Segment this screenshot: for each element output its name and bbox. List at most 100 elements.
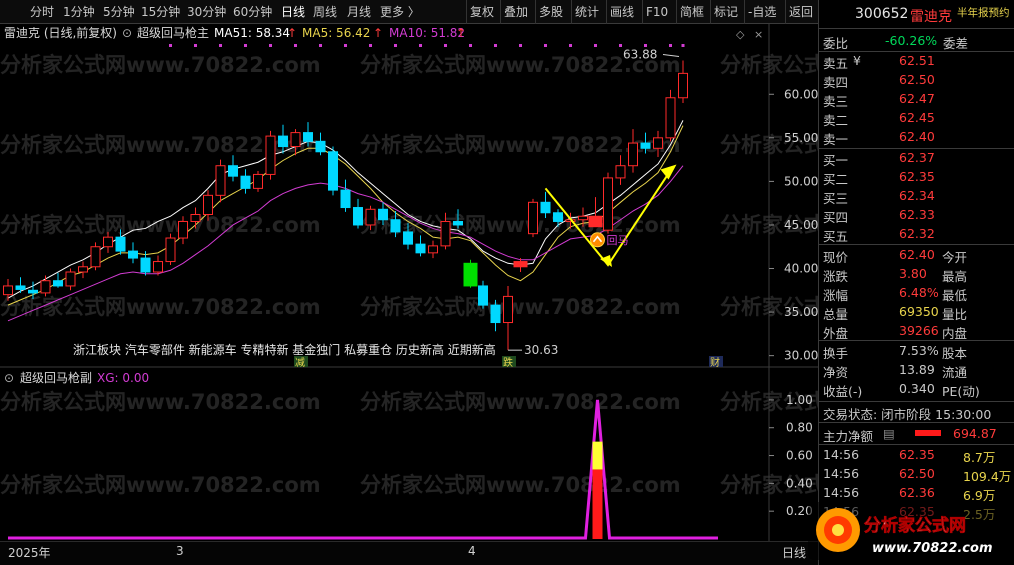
top-signal-dot (419, 44, 422, 47)
period-tab-1[interactable]: 1分钟 (63, 0, 95, 24)
toolbar-button-7[interactable]: 标记 (710, 0, 741, 24)
period-tab-4[interactable]: 30分钟 (187, 0, 226, 24)
candle-body (28, 289, 38, 294)
stat-label-2: 量比 (942, 307, 968, 322)
collapse-diamond-icon[interactable]: ◇ (736, 28, 745, 41)
buy-signal-icon[interactable] (590, 232, 605, 248)
candle[interactable] (265, 130, 276, 180)
candle[interactable] (153, 255, 163, 276)
sub-indicator-name[interactable]: 超级回马枪副 (20, 370, 92, 385)
buy-level-price: 62.32 (899, 226, 935, 241)
candle-body (453, 220, 463, 226)
main-indicator-name[interactable]: 超级回马枪主 (137, 25, 209, 40)
candle[interactable] (463, 259, 478, 288)
tick-price: 62.36 (899, 485, 935, 500)
buy-level-price: 62.33 (899, 207, 935, 222)
candle[interactable] (603, 172, 613, 234)
buy-level-label: 买四 (823, 210, 849, 225)
candle-body (428, 245, 438, 254)
sub-y-tick-label: 0.40 (786, 476, 813, 490)
toolbar-button-3[interactable]: 统计 (571, 0, 602, 24)
candle[interactable] (53, 272, 63, 288)
tick-price: 62.50 (899, 466, 935, 481)
toolbar-button-8[interactable]: -自选 (744, 0, 779, 24)
event-marker-reduce[interactable]: 减 (295, 357, 305, 369)
toolbar-button-5[interactable]: F10 (642, 0, 671, 24)
period-tab-8[interactable]: 月线 (347, 0, 371, 24)
stat-value: 69350 (899, 304, 939, 319)
sell-level-price: 62.40 (899, 129, 935, 144)
toolbar-button-1[interactable]: 叠加 (500, 0, 531, 24)
candle[interactable] (65, 268, 76, 291)
candle-body (665, 97, 676, 139)
candle[interactable] (228, 155, 238, 182)
candle[interactable] (588, 197, 603, 228)
xg-signal-bar (592, 469, 603, 539)
top-signal-dot (219, 44, 222, 47)
event-marker-finance[interactable]: 财 (710, 356, 720, 369)
time-axis-bar[interactable]: 2025年 3 4 日线 (0, 541, 818, 565)
event-marker-drop[interactable]: 跌 (503, 356, 513, 369)
buy-level-label: 买五 (823, 229, 849, 244)
candle[interactable] (140, 251, 151, 276)
tick-volume: 109.4万 (963, 469, 1012, 484)
candle[interactable] (615, 155, 626, 185)
candle-body (3, 285, 13, 296)
period-indicator[interactable]: 日线 (782, 544, 806, 561)
candle-body (65, 271, 76, 287)
candle[interactable] (478, 280, 488, 309)
toolbar-button-0[interactable]: 复权 (466, 0, 497, 24)
candle[interactable] (15, 277, 26, 293)
concept-tags[interactable]: 浙江板块 汽车零部件 新能源车 专精特新 基金独门 私募重仓 历史新高 近期新高 (73, 342, 496, 357)
candle-body (553, 212, 563, 222)
candle[interactable] (90, 242, 101, 271)
candle[interactable] (253, 170, 263, 192)
chart-area[interactable]: 分析家公式网www.70822.com 分析家公式网www.70822.com 分析… (0, 24, 818, 541)
report-badge[interactable]: 半年报预约 (957, 5, 1010, 20)
candle[interactable] (428, 240, 438, 259)
candle-body (513, 261, 528, 268)
main-net-doc-icon[interactable]: ▤ (883, 426, 895, 441)
candle-body (463, 262, 478, 287)
top-signal-dot (294, 44, 297, 47)
candle[interactable] (665, 89, 676, 142)
candle[interactable] (528, 198, 538, 238)
candle-body (265, 135, 276, 175)
candle-body (253, 173, 263, 189)
candle[interactable] (415, 235, 426, 257)
candle[interactable] (40, 275, 51, 297)
period-tab-0[interactable]: 分时 (30, 0, 54, 24)
candle[interactable] (78, 261, 88, 279)
candle[interactable] (215, 159, 226, 203)
toolbar-button-2[interactable]: 多股 (535, 0, 566, 24)
x-axis-month-3: 3 (176, 544, 184, 558)
indicator-toggle-icon[interactable]: ⊙ (122, 26, 132, 40)
candle-body (490, 304, 501, 324)
period-tab-7[interactable]: 周线 (313, 0, 337, 24)
candle[interactable] (328, 146, 338, 196)
top-signal-dot (244, 44, 247, 47)
candle[interactable] (165, 233, 176, 266)
toolbar-button-6[interactable]: 简框 (676, 0, 707, 24)
candle[interactable] (353, 198, 363, 229)
close-icon[interactable]: × (754, 28, 763, 41)
period-tab-9[interactable]: 更多 〉 (380, 0, 420, 24)
candle[interactable] (128, 242, 138, 264)
period-tab-3[interactable]: 15分钟 (141, 0, 180, 24)
toolbar-button-9[interactable]: 返回 (785, 0, 816, 24)
tick-time: 14:56 (823, 447, 860, 462)
sub-indicator-toggle-icon[interactable]: ⊙ (4, 371, 14, 385)
period-tab-2[interactable]: 5分钟 (103, 0, 135, 24)
low-price-label: 30.63 (524, 343, 558, 357)
weicha-label: 委差 (943, 36, 969, 51)
buy-level-price: 62.37 (899, 150, 935, 165)
currency-icon: ¥ (853, 53, 861, 68)
period-tab-6[interactable]: 日线 (281, 0, 305, 24)
stat2-value: 13.89 (899, 362, 935, 377)
candle[interactable] (340, 179, 351, 212)
watermark-text: 分析家公式网www.70822.com (360, 390, 681, 414)
candle-body (678, 72, 688, 99)
period-tab-5[interactable]: 60分钟 (233, 0, 272, 24)
toolbar-button-4[interactable]: 画线 (606, 0, 637, 24)
candle[interactable] (240, 169, 251, 194)
